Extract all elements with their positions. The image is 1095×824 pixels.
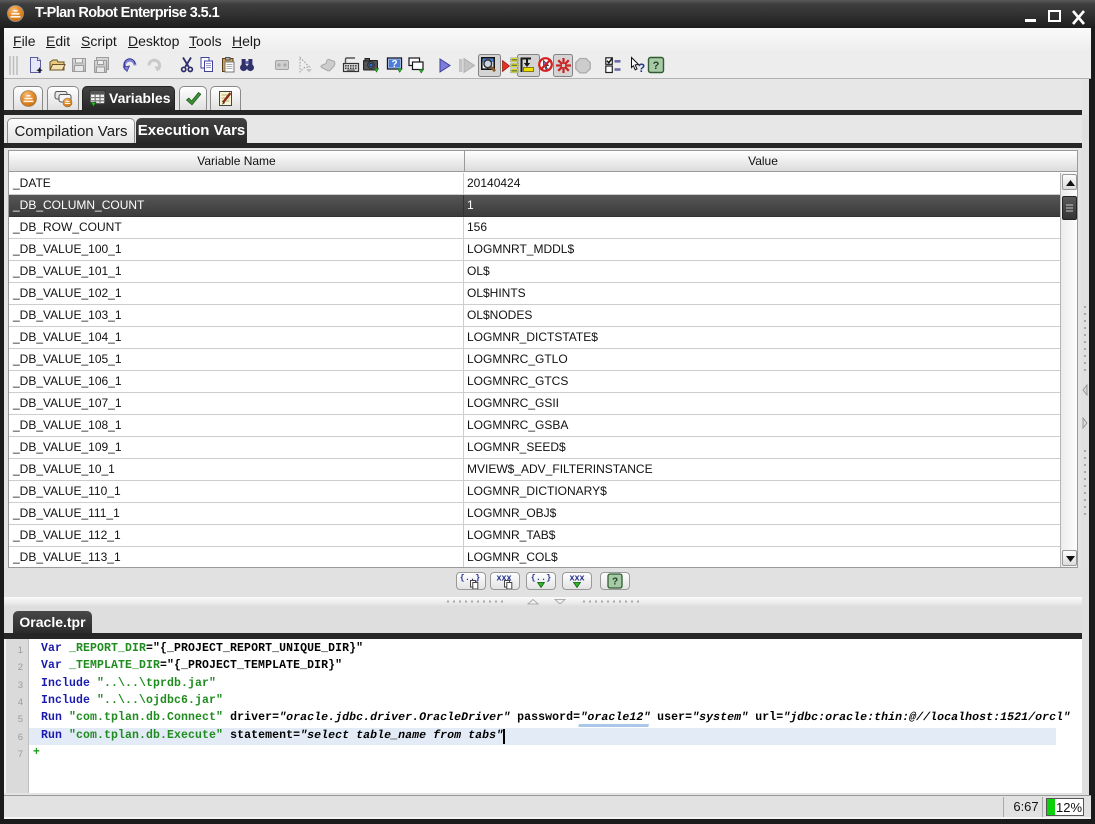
svg-text:{..}: {..} xyxy=(531,573,551,583)
svg-text:?: ? xyxy=(638,61,645,75)
svg-text:?: ? xyxy=(653,60,660,72)
svg-text:?: ? xyxy=(612,577,618,588)
svg-text:xxx: xxx xyxy=(569,573,584,583)
svg-text:?: ? xyxy=(391,59,397,70)
